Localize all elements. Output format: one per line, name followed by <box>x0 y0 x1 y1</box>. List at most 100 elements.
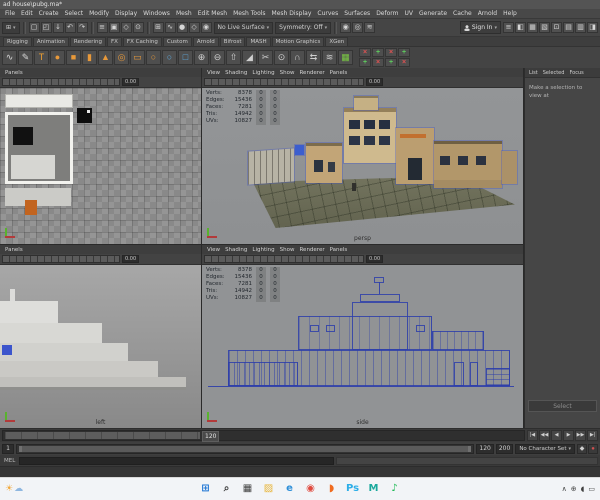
step-forward-frame-button[interactable]: ▶▶ <box>575 430 586 441</box>
attribute-editor-menu[interactable]: Selected <box>541 70 567 76</box>
weather-widget[interactable]: ☀ ☁ <box>5 484 23 494</box>
boolean-difference-icon[interactable]: ⊖ <box>210 50 225 65</box>
command-line-input[interactable] <box>19 456 334 465</box>
select-by-component-icon[interactable]: ◇ <box>120 22 132 33</box>
menu-item[interactable]: Mesh Tools <box>230 10 268 17</box>
snap-to-point-icon[interactable]: ● <box>176 22 188 33</box>
curve-tool-icon[interactable]: ∿ <box>2 50 17 65</box>
shelf-tab[interactable]: XGen <box>325 37 349 46</box>
menu-item[interactable]: Mesh Display <box>269 10 315 17</box>
shelf-tab[interactable]: Rendering <box>69 37 106 46</box>
menu-item[interactable]: Modify <box>86 10 112 17</box>
render-settings-icon[interactable]: ≋ <box>364 22 376 33</box>
shelf-tab[interactable]: Animation <box>32 37 69 46</box>
extrude-icon[interactable]: ⇧ <box>226 50 241 65</box>
shelf-delete-icon[interactable]: × <box>398 58 410 67</box>
viewport-menu-item[interactable]: Panels <box>3 70 25 76</box>
highlight-selection-icon[interactable]: ⊙ <box>132 22 144 33</box>
menu-item[interactable]: Create <box>36 10 62 17</box>
poly-cylinder-icon[interactable]: ▮ <box>82 50 97 65</box>
viewport-menu-item[interactable]: Lighting <box>250 247 276 253</box>
chrome-icon[interactable]: ◉ <box>303 481 318 497</box>
live-surface-dropdown[interactable]: No Live Surface ▾ <box>213 21 274 34</box>
new-scene-icon[interactable]: ▢ <box>28 22 40 33</box>
menu-item[interactable]: Help <box>500 10 520 17</box>
tray-battery-icon[interactable]: ▭ <box>588 485 595 493</box>
range-slider-bar[interactable] <box>19 445 472 452</box>
viewport-menu-item[interactable]: Renderer <box>297 247 326 253</box>
poly-torus-icon[interactable]: ◎ <box>114 50 129 65</box>
tool-settings-toggle-icon[interactable]: ⊡ <box>551 22 562 33</box>
menu-item[interactable]: Windows <box>140 10 173 17</box>
tray-network-icon[interactable]: ⊕ <box>571 485 577 493</box>
outliner-toggle-icon[interactable]: ≡ <box>503 22 514 33</box>
tray-chevron-icon[interactable]: ∧ <box>562 485 567 493</box>
boolean-union-icon[interactable]: ⊕ <box>194 50 209 65</box>
step-back-frame-button[interactable]: ◀◀ <box>539 430 550 441</box>
redo-icon[interactable]: ↷ <box>76 22 88 33</box>
task-view-icon[interactable]: ▦ <box>240 481 255 497</box>
uv-editor-toggle-icon[interactable]: ▦ <box>527 22 538 33</box>
shelf-delete-icon[interactable]: × <box>359 48 371 57</box>
select-button[interactable]: Select <box>528 400 597 412</box>
edge-icon[interactable]: e <box>282 481 297 497</box>
snap-to-plane-icon[interactable]: ◇ <box>188 22 200 33</box>
menu-item[interactable]: Display <box>112 10 140 17</box>
menu-item[interactable]: Mesh <box>173 10 195 17</box>
shelf-delete-icon[interactable]: × <box>385 48 397 57</box>
menu-item[interactable]: Arnold <box>475 10 500 17</box>
viewport-menu-item[interactable]: Show <box>278 70 297 76</box>
viewport-menu-item[interactable]: Lighting <box>250 70 276 76</box>
poly-sphere-icon[interactable]: ● <box>50 50 65 65</box>
target-weld-icon[interactable]: ⊙ <box>274 50 289 65</box>
menu-item[interactable]: Edit <box>18 10 36 17</box>
play-button[interactable]: ▶ <box>563 430 574 441</box>
top-viewport-canvas[interactable] <box>0 88 201 244</box>
arnold-toggle-icon[interactable]: ◨ <box>587 22 598 33</box>
multi-cut-icon[interactable]: ✂ <box>258 50 273 65</box>
modeling-toolkit-toggle-icon[interactable]: ◧ <box>515 22 526 33</box>
viewport-exposure-field[interactable]: 0.00 <box>366 255 384 263</box>
ipr-render-icon[interactable]: ◎ <box>352 22 364 33</box>
current-frame-indicator[interactable]: 120 <box>202 431 220 442</box>
smooth-icon[interactable]: ≋ <box>322 50 337 65</box>
spotify-icon[interactable]: ♪ <box>387 481 402 497</box>
attribute-editor-menu[interactable]: Focus <box>567 70 585 76</box>
select-by-hierarchy-icon[interactable]: ≡ <box>96 22 108 33</box>
viewport-menu-item[interactable]: Renderer <box>297 70 326 76</box>
nurbs-square-icon[interactable]: □ <box>178 50 193 65</box>
shelf-create-icon[interactable]: + <box>372 48 384 57</box>
viewport-menu-item[interactable]: View <box>205 247 222 253</box>
channel-box-toggle-icon[interactable]: ▥ <box>575 22 586 33</box>
shelf-create-icon[interactable]: + <box>359 58 371 67</box>
search-icon[interactable]: ⌕ <box>219 481 234 497</box>
side-viewport-canvas[interactable]: Verts: 8378 0 0 Edges: 15436 0 0 Faces: … <box>202 265 523 428</box>
bevel-icon[interactable]: ◢ <box>242 50 257 65</box>
left-viewport-canvas[interactable]: left <box>0 265 201 428</box>
shelf-tab[interactable]: Bifrost <box>219 37 246 46</box>
poly-cone-icon[interactable]: ▲ <box>98 50 113 65</box>
render-current-frame-icon[interactable]: ◉ <box>340 22 352 33</box>
sign-in-button[interactable]: Sign In ▾ <box>459 21 501 34</box>
menu-item[interactable]: Cache <box>450 10 475 17</box>
poly-plane-icon[interactable]: ▭ <box>130 50 145 65</box>
make-live-icon[interactable]: ◉ <box>200 22 212 33</box>
menu-item[interactable]: Surfaces <box>341 10 373 17</box>
save-scene-icon[interactable]: ↓ <box>52 22 64 33</box>
attribute-editor-toggle-icon[interactable]: ▤ <box>563 22 574 33</box>
attribute-editor-menu[interactable]: List <box>527 70 540 76</box>
undo-icon[interactable]: ↶ <box>64 22 76 33</box>
menu-item[interactable]: Select <box>62 10 87 17</box>
photoshop-icon[interactable]: Ps <box>345 481 360 497</box>
viewport-menu-item[interactable]: Panels <box>328 247 350 253</box>
start-button[interactable]: ⊞ <box>198 481 213 497</box>
viewport-menu-item[interactable]: Shading <box>223 247 249 253</box>
menu-item[interactable]: Edit Mesh <box>195 10 230 17</box>
mirror-icon[interactable]: ⇆ <box>306 50 321 65</box>
range-slider[interactable] <box>16 443 475 454</box>
go-to-end-button[interactable]: ▶| <box>587 430 598 441</box>
viewport-exposure-field[interactable]: 0.00 <box>122 255 140 263</box>
menu-set-dropdown[interactable]: ⊞ ▾ <box>2 21 20 34</box>
poly-cube-icon[interactable]: ■ <box>66 50 81 65</box>
file-explorer-icon[interactable]: ▨ <box>261 481 276 497</box>
